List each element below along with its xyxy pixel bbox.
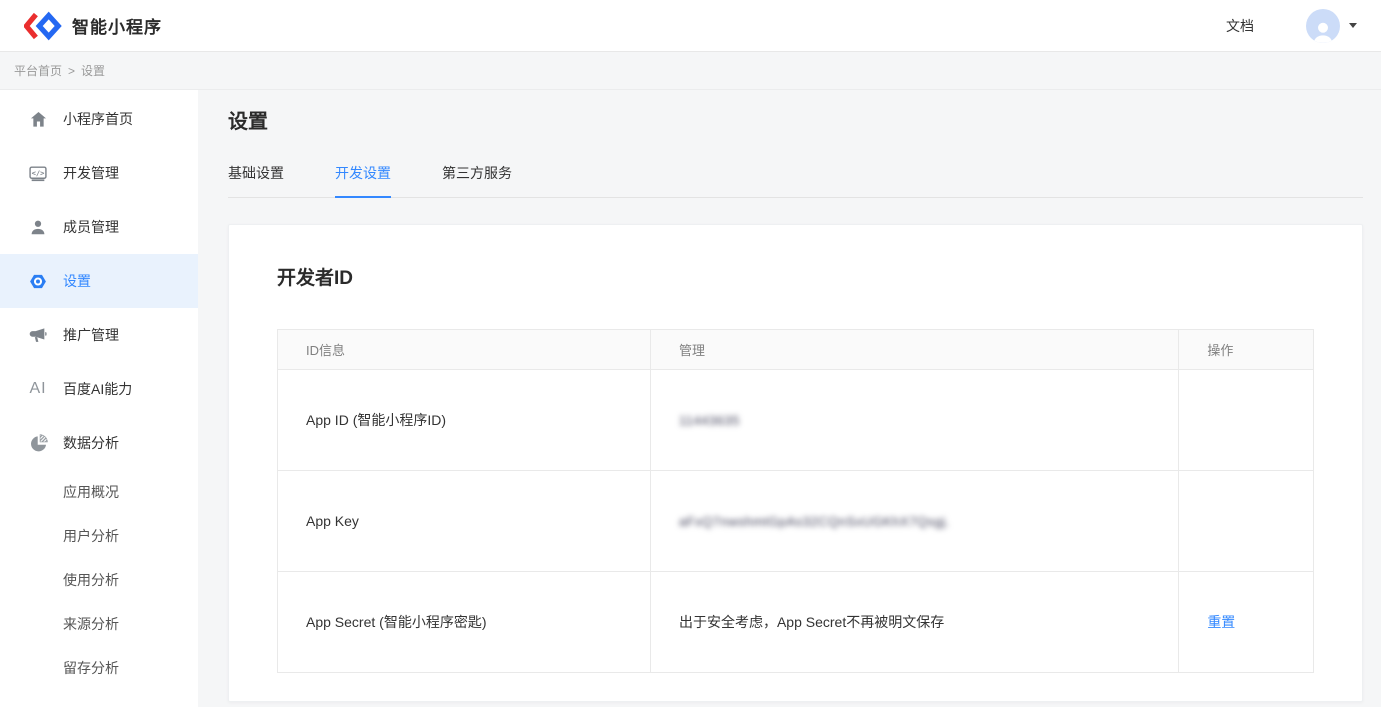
- page-title: 设置: [228, 105, 1363, 134]
- person-silhouette-icon: [1310, 19, 1336, 43]
- column-header-action: 操作: [1179, 330, 1314, 370]
- tab-third-party[interactable]: 第三方服务: [442, 163, 512, 198]
- card-heading: 开发者ID: [277, 263, 1314, 290]
- sidebar-item-label: 设置: [63, 271, 91, 291]
- main-content: 设置 基础设置 开发设置 第三方服务 开发者ID ID信息 管理 操作 App …: [198, 90, 1381, 707]
- app-id-action-cell: [1179, 370, 1314, 471]
- sidebar-item-members[interactable]: 成员管理: [0, 200, 198, 254]
- docs-link[interactable]: 文档: [1226, 16, 1254, 36]
- sidebar-item-label: 开发管理: [63, 163, 119, 183]
- sidebar-item-label: 推广管理: [63, 325, 119, 345]
- sidebar-item-label: 成员管理: [63, 217, 119, 237]
- breadcrumb-current: 设置: [81, 62, 105, 79]
- sidebar-item-label: 小程序首页: [63, 109, 133, 129]
- ai-icon: AI: [28, 380, 48, 398]
- home-icon: [28, 110, 48, 129]
- sidebar-item-label: 百度AI能力: [63, 379, 132, 399]
- brand-logo-icon: [24, 11, 62, 41]
- top-header: 智能小程序 文档: [0, 0, 1381, 52]
- sidebar-subitem-retention-analysis[interactable]: 留存分析: [0, 646, 198, 690]
- breadcrumb-separator: >: [68, 64, 75, 78]
- svg-text:</>: </>: [32, 168, 45, 177]
- sidebar: 小程序首页 </> 开发管理 成员管理: [0, 90, 198, 707]
- table-row-app-key: App Key aFxQ7nwshmtGpAs32CQnSxUGKhX7Qsgj…: [278, 471, 1314, 572]
- code-icon: </>: [28, 164, 48, 183]
- megaphone-icon: [28, 326, 48, 345]
- app-id-label: App ID (智能小程序ID): [278, 370, 651, 471]
- tab-dev-settings[interactable]: 开发设置: [335, 163, 391, 198]
- breadcrumb-home[interactable]: 平台首页: [14, 62, 62, 79]
- app-key-value: aFxQ7nwshmtGpAs32CQnSxUGKhX7Qsgj.: [679, 514, 950, 529]
- tab-basic-settings[interactable]: 基础设置: [228, 163, 284, 198]
- user-avatar[interactable]: [1306, 9, 1340, 43]
- table-header-row: ID信息 管理 操作: [278, 330, 1314, 370]
- app-key-action-cell: [1179, 471, 1314, 572]
- settings-icon: [28, 272, 48, 291]
- sidebar-item-dev[interactable]: </> 开发管理: [0, 146, 198, 200]
- pie-chart-icon: [28, 434, 48, 453]
- sidebar-subitem-source-analysis[interactable]: 来源分析: [0, 602, 198, 646]
- sidebar-item-analytics[interactable]: 数据分析: [0, 416, 198, 470]
- developer-id-card: 开发者ID ID信息 管理 操作 App ID (智能小程序ID) 114436…: [228, 224, 1363, 702]
- chevron-down-icon[interactable]: [1349, 23, 1357, 28]
- sidebar-subitem-user-analysis[interactable]: 用户分析: [0, 514, 198, 558]
- app-secret-note: 出于安全考虑，App Secret不再被明文保存: [650, 572, 1178, 673]
- member-icon: [28, 218, 48, 237]
- brand-name: 智能小程序: [72, 13, 162, 38]
- sidebar-subitem-usage-analysis[interactable]: 使用分析: [0, 558, 198, 602]
- sidebar-subitem-app-overview[interactable]: 应用概况: [0, 470, 198, 514]
- app-key-label: App Key: [278, 471, 651, 572]
- app-id-value: 11443635: [679, 413, 740, 428]
- sidebar-item-home[interactable]: 小程序首页: [0, 92, 198, 146]
- app-secret-label: App Secret (智能小程序密匙): [278, 572, 651, 673]
- sidebar-item-label: 数据分析: [63, 433, 119, 453]
- reset-secret-link[interactable]: 重置: [1207, 614, 1235, 630]
- sidebar-item-promotion[interactable]: 推广管理: [0, 308, 198, 362]
- table-row-app-id: App ID (智能小程序ID) 11443635: [278, 370, 1314, 471]
- column-header-management: 管理: [650, 330, 1178, 370]
- settings-tabs: 基础设置 开发设置 第三方服务: [228, 163, 1363, 198]
- sidebar-item-ai[interactable]: AI 百度AI能力: [0, 362, 198, 416]
- table-row-app-secret: App Secret (智能小程序密匙) 出于安全考虑，App Secret不再…: [278, 572, 1314, 673]
- brand[interactable]: 智能小程序: [24, 11, 162, 41]
- column-header-id-info: ID信息: [278, 330, 651, 370]
- developer-id-table: ID信息 管理 操作 App ID (智能小程序ID) 11443635 App…: [277, 329, 1314, 673]
- sidebar-item-settings[interactable]: 设置: [0, 254, 198, 308]
- breadcrumb: 平台首页 > 设置: [0, 52, 1381, 90]
